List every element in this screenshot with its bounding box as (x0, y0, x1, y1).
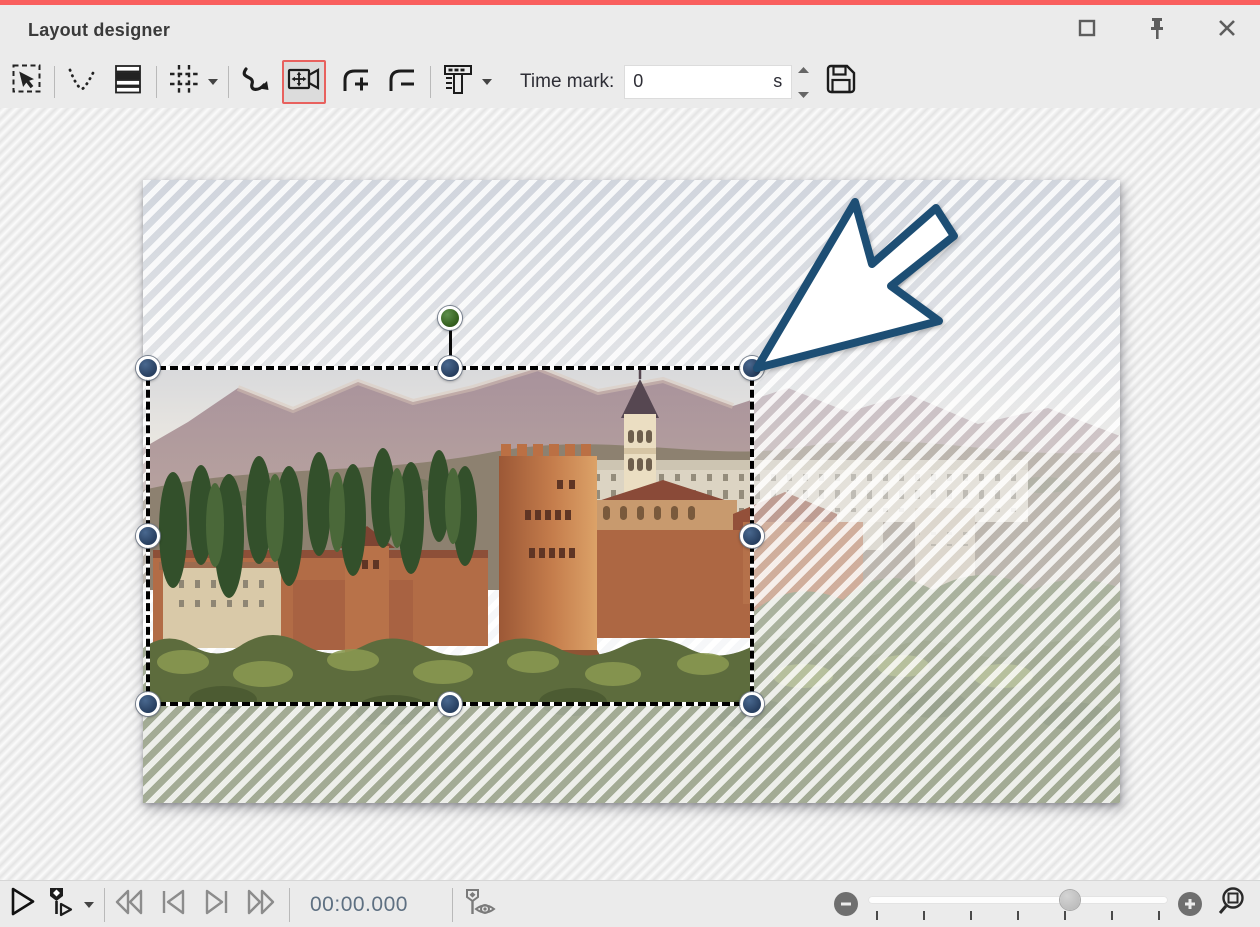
play-from-marker-button[interactable] (42, 886, 82, 924)
handle-top-right[interactable] (740, 356, 764, 380)
maximize-button[interactable] (1074, 17, 1100, 43)
preview-marker-icon (461, 885, 497, 924)
skip-back-icon (113, 887, 145, 922)
object-list-icon (441, 62, 475, 101)
zoom-fit-icon (1216, 903, 1246, 920)
playback-separator (452, 888, 453, 922)
camera-pan-button[interactable] (282, 60, 326, 104)
previous-frame-icon (158, 887, 188, 922)
preview-marker-button[interactable] (459, 886, 499, 924)
time-display: 00:00.000 (310, 893, 408, 917)
toolbar-separator (430, 66, 431, 98)
close-icon (1218, 19, 1236, 42)
layers-icon (111, 62, 145, 101)
camera-pan-icon (286, 62, 322, 101)
object-list-button[interactable] (436, 60, 480, 104)
select-tool-button[interactable] (5, 60, 49, 104)
close-button[interactable] (1214, 17, 1240, 43)
select-tool-icon (10, 62, 44, 101)
spinner-down-button[interactable] (798, 85, 809, 103)
skip-back-button[interactable] (109, 886, 149, 924)
zoom-in-button[interactable] (1178, 892, 1202, 916)
play-from-marker-icon (46, 885, 78, 924)
skip-forward-icon (245, 887, 277, 922)
spinner-up-button[interactable] (798, 60, 809, 78)
add-curve-point-button[interactable] (334, 60, 378, 104)
handle-bottom-right[interactable] (740, 692, 764, 716)
grid-dropdown-caret[interactable] (206, 62, 220, 102)
design-canvas[interactable] (143, 180, 1120, 803)
motion-path-icon (65, 62, 99, 101)
rotation-handle[interactable] (438, 306, 462, 330)
playback-separator (104, 888, 105, 922)
maximize-icon (1078, 19, 1096, 42)
grid-button[interactable] (162, 60, 206, 104)
time-mark-unit: s (773, 71, 782, 92)
layout-designer-window: Layout designer (0, 0, 1260, 927)
pin-button[interactable] (1144, 17, 1170, 43)
remove-curve-point-icon (385, 62, 419, 101)
zoom-out-icon (840, 898, 852, 910)
play-icon (7, 886, 37, 923)
toolbar: Time mark: s (0, 55, 1260, 108)
play-button[interactable] (2, 886, 42, 924)
object-list-dropdown-caret[interactable] (480, 62, 494, 102)
handle-top-center[interactable] (438, 356, 462, 380)
handle-bottom-left[interactable] (136, 692, 160, 716)
toolbar-separator (156, 66, 157, 98)
zoom-fit-button[interactable] (1216, 886, 1246, 921)
save-button[interactable] (819, 60, 863, 104)
curve-tool-button[interactable] (234, 60, 278, 104)
window-title: Layout designer (28, 20, 170, 41)
zoom-in-icon (1184, 898, 1196, 910)
handle-middle-left[interactable] (136, 524, 160, 548)
selection-border[interactable] (146, 366, 754, 706)
window-controls (1074, 5, 1240, 55)
next-frame-icon (202, 887, 232, 922)
handle-bottom-center[interactable] (438, 692, 462, 716)
next-frame-button[interactable] (197, 886, 237, 924)
time-mark-input[interactable] (625, 67, 755, 97)
grid-icon (167, 62, 201, 101)
time-mark-label: Time mark: (520, 71, 614, 93)
skip-forward-button[interactable] (241, 886, 281, 924)
playback-separator (289, 888, 290, 922)
pin-icon (1146, 16, 1168, 45)
handle-middle-right[interactable] (740, 524, 764, 548)
time-mark-field: s (624, 65, 792, 99)
remove-curve-point-button[interactable] (380, 60, 424, 104)
add-curve-point-icon (339, 62, 373, 101)
zoom-controls (834, 880, 1246, 927)
zoom-slider-track[interactable] (868, 896, 1168, 904)
toolbar-separator (54, 66, 55, 98)
play-options-caret[interactable] (82, 885, 96, 925)
layers-button[interactable] (106, 60, 150, 104)
zoom-out-button[interactable] (834, 892, 858, 916)
save-icon (824, 62, 858, 101)
titlebar: Layout designer (0, 5, 1260, 55)
toolbar-separator (228, 66, 229, 98)
zoom-slider-thumb[interactable] (1060, 890, 1080, 910)
handle-top-left[interactable] (136, 356, 160, 380)
motion-path-button[interactable] (60, 60, 104, 104)
zoom-slider[interactable] (868, 891, 1168, 917)
curve-icon (238, 62, 274, 101)
previous-frame-button[interactable] (153, 886, 193, 924)
zoom-slider-ticks (876, 911, 1160, 920)
time-mark-spinner (798, 60, 809, 103)
